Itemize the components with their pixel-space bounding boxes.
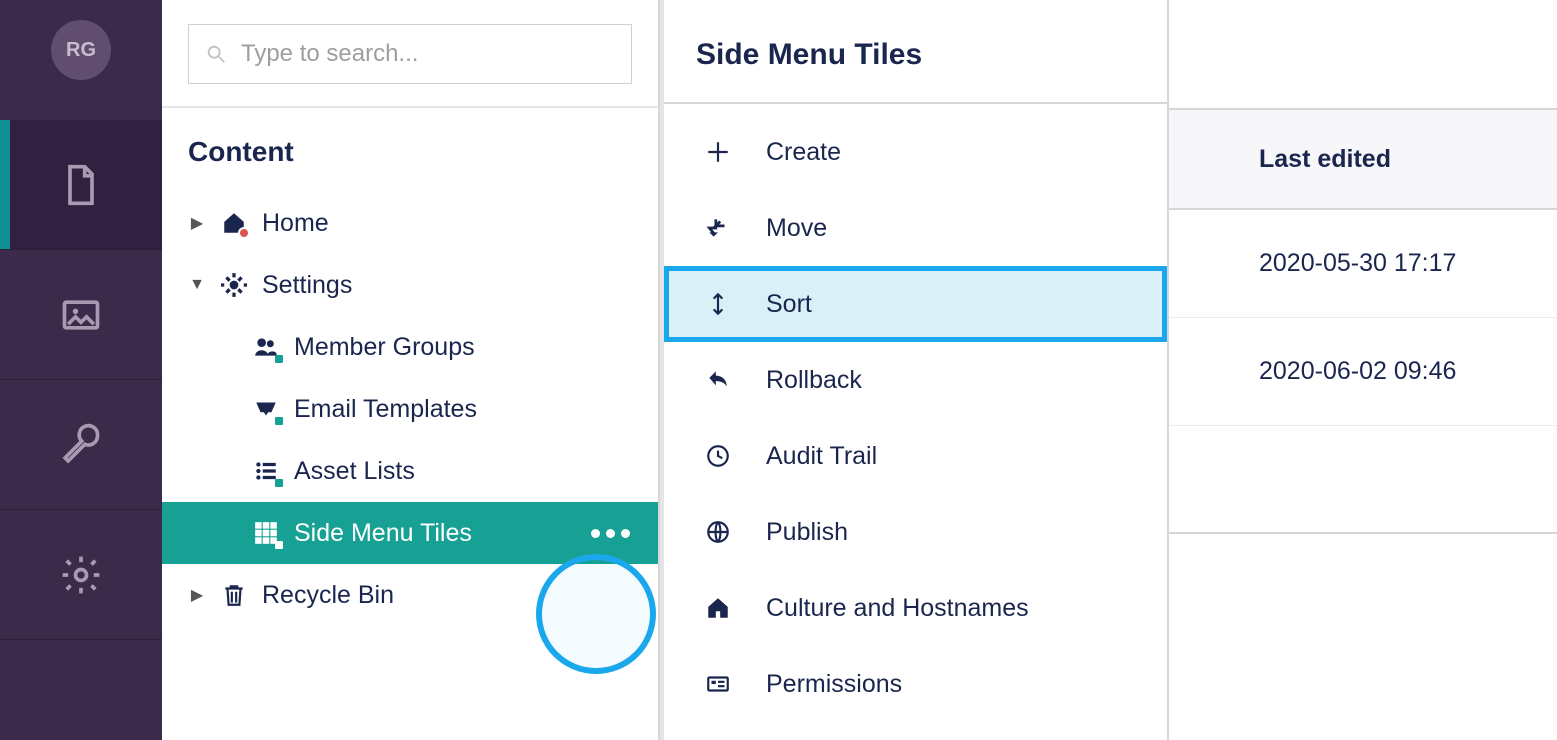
indicator-icon <box>275 417 283 425</box>
main-panel: Last edited 2020-05-30 17:17 2020-06-02 … <box>1169 0 1557 740</box>
rail-content[interactable] <box>0 120 162 250</box>
undo-icon <box>705 367 731 393</box>
rail-tools[interactable] <box>0 380 162 510</box>
tree-node-asset-lists[interactable]: Asset Lists <box>162 440 658 502</box>
move-icon <box>705 215 731 241</box>
context-action-sort[interactable]: Sort <box>664 266 1167 342</box>
trash-icon <box>221 582 247 608</box>
context-action-rollback[interactable]: Rollback <box>664 342 1167 418</box>
context-action-permissions[interactable]: Permissions <box>664 646 1167 722</box>
tree-node-member-groups[interactable]: Member Groups <box>162 316 658 378</box>
context-action-label: Audit Trail <box>766 442 877 471</box>
clock-icon <box>705 443 731 469</box>
caret-right-icon[interactable]: ▶ <box>188 213 206 233</box>
caret-right-icon[interactable]: ▶ <box>188 585 206 605</box>
content-tree: ▶ Home ▼ Settings Member Groups <box>162 192 658 626</box>
image-icon <box>59 293 103 337</box>
plus-icon <box>705 139 731 165</box>
context-action-label: Sort <box>766 290 812 319</box>
tree-node-label: Settings <box>262 271 352 300</box>
avatar[interactable]: RG <box>51 20 111 80</box>
context-action-audit-trail[interactable]: Audit Trail <box>664 418 1167 494</box>
context-action-label: Culture and Hostnames <box>766 594 1029 623</box>
cell-last-edited: 2020-06-02 09:46 <box>1259 357 1456 386</box>
gear-icon <box>59 553 103 597</box>
tree-node-recycle-bin[interactable]: ▶ Recycle Bin <box>162 564 658 626</box>
context-action-create[interactable]: Create <box>664 114 1167 190</box>
indicator-icon <box>275 479 283 487</box>
search-input[interactable] <box>239 39 615 69</box>
indicator-icon <box>275 355 283 363</box>
sort-icon <box>705 291 731 317</box>
context-action-culture[interactable]: Culture and Hostnames <box>664 570 1167 646</box>
context-action-publish[interactable]: Publish <box>664 494 1167 570</box>
search-box[interactable] <box>188 24 632 84</box>
context-action-label: Move <box>766 214 827 243</box>
tree-node-label: Recycle Bin <box>262 581 394 610</box>
home-small-icon <box>705 595 731 621</box>
nav-rail: RG <box>0 0 162 740</box>
tree-node-actions-button[interactable] <box>591 529 630 538</box>
rail-media[interactable] <box>0 250 162 380</box>
status-badge-icon <box>238 227 250 239</box>
table-row-empty <box>1169 426 1557 534</box>
table-header: Last edited <box>1169 110 1557 210</box>
section-title-content: Content <box>162 108 658 192</box>
avatar-initials: RG <box>66 39 96 62</box>
globe-icon <box>705 519 731 545</box>
context-action-move[interactable]: Move <box>664 190 1167 266</box>
gear-icon <box>221 272 247 298</box>
indicator-icon <box>275 541 283 549</box>
tree-node-home[interactable]: ▶ Home <box>162 192 658 254</box>
content-tree-panel: Content ▶ Home ▼ Settings M <box>162 0 660 740</box>
tree-node-label: Email Templates <box>294 395 477 424</box>
table-row[interactable]: 2020-05-30 17:17 <box>1169 210 1557 318</box>
wrench-icon <box>59 423 103 467</box>
document-icon <box>59 163 103 207</box>
search-icon <box>205 43 227 65</box>
toolbar-placeholder <box>1169 0 1557 110</box>
rail-settings[interactable] <box>0 510 162 640</box>
table-row[interactable]: 2020-06-02 09:46 <box>1169 318 1557 426</box>
tree-node-label: Asset Lists <box>294 457 415 486</box>
tree-node-settings[interactable]: ▼ Settings <box>162 254 658 316</box>
tree-node-label: Home <box>262 209 329 238</box>
context-menu-title: Side Menu Tiles <box>664 0 1167 104</box>
tree-node-side-menu-tiles[interactable]: Side Menu Tiles <box>162 502 658 564</box>
tree-node-label: Side Menu Tiles <box>294 519 472 548</box>
context-menu-panel: Side Menu Tiles Create Move Sort Rollbac… <box>660 0 1169 740</box>
column-header-last-edited[interactable]: Last edited <box>1259 145 1391 174</box>
tree-node-email-templates[interactable]: Email Templates <box>162 378 658 440</box>
tree-node-label: Member Groups <box>294 333 475 362</box>
context-action-label: Rollback <box>766 366 862 395</box>
context-action-label: Permissions <box>766 670 902 699</box>
cell-last-edited: 2020-05-30 17:17 <box>1259 249 1456 278</box>
badge-icon <box>705 671 731 697</box>
context-action-label: Publish <box>766 518 848 547</box>
caret-down-icon[interactable]: ▼ <box>188 276 206 294</box>
context-action-label: Create <box>766 138 841 167</box>
